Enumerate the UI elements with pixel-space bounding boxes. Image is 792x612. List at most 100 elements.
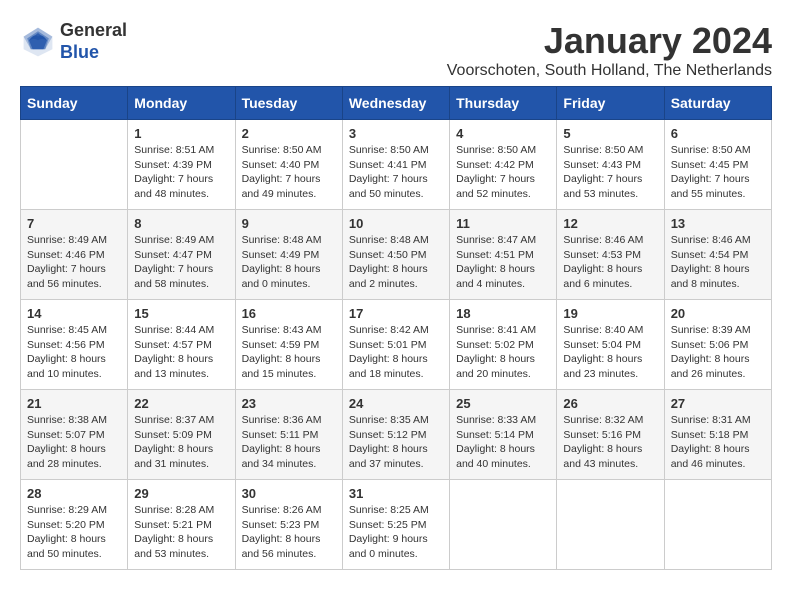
day-number: 22 bbox=[134, 396, 228, 411]
calendar-cell bbox=[450, 480, 557, 570]
day-info: Sunrise: 8:39 AM Sunset: 5:06 PM Dayligh… bbox=[671, 323, 765, 382]
day-info: Sunrise: 8:50 AM Sunset: 4:42 PM Dayligh… bbox=[456, 143, 550, 202]
day-number: 10 bbox=[349, 216, 443, 231]
calendar-cell: 27 Sunrise: 8:31 AM Sunset: 5:18 PM Dayli… bbox=[664, 390, 771, 480]
day-number: 2 bbox=[242, 126, 336, 141]
day-info: Sunrise: 8:50 AM Sunset: 4:40 PM Dayligh… bbox=[242, 143, 336, 202]
calendar-cell: 18 Sunrise: 8:41 AM Sunset: 5:02 PM Dayli… bbox=[450, 300, 557, 390]
day-number: 16 bbox=[242, 306, 336, 321]
day-number: 9 bbox=[242, 216, 336, 231]
calendar-cell: 3 Sunrise: 8:50 AM Sunset: 4:41 PM Daylig… bbox=[342, 120, 449, 210]
day-number: 23 bbox=[242, 396, 336, 411]
calendar-cell: 7Sunrise: 8:49 AM Sunset: 4:46 PM Daylig… bbox=[21, 210, 128, 300]
day-number: 13 bbox=[671, 216, 765, 231]
col-header-sunday: Sunday bbox=[21, 87, 128, 120]
day-info: Sunrise: 8:31 AM Sunset: 5:18 PM Dayligh… bbox=[671, 413, 765, 472]
day-number: 28 bbox=[27, 486, 121, 501]
calendar-cell: 2 Sunrise: 8:50 AM Sunset: 4:40 PM Daylig… bbox=[235, 120, 342, 210]
calendar-cell: 29Sunrise: 8:28 AM Sunset: 5:21 PM Dayli… bbox=[128, 480, 235, 570]
day-number: 3 bbox=[349, 126, 443, 141]
day-number: 26 bbox=[563, 396, 657, 411]
calendar-cell: 30 Sunrise: 8:26 AM Sunset: 5:23 PM Dayli… bbox=[235, 480, 342, 570]
day-info: Sunrise: 8:50 AM Sunset: 4:43 PM Dayligh… bbox=[563, 143, 657, 202]
calendar-cell: 6 Sunrise: 8:50 AM Sunset: 4:45 PM Daylig… bbox=[664, 120, 771, 210]
day-number: 11 bbox=[456, 216, 550, 231]
day-info: Sunrise: 8:25 AM Sunset: 5:25 PM Dayligh… bbox=[349, 503, 443, 562]
day-info: Sunrise: 8:45 AM Sunset: 4:56 PM Dayligh… bbox=[27, 323, 121, 382]
day-info: Sunrise: 8:40 AM Sunset: 5:04 PM Dayligh… bbox=[563, 323, 657, 382]
calendar-cell: 4 Sunrise: 8:50 AM Sunset: 4:42 PM Daylig… bbox=[450, 120, 557, 210]
calendar-cell: 21 Sunrise: 8:38 AM Sunset: 5:07 PM Dayli… bbox=[21, 390, 128, 480]
calendar-cell: 13 Sunrise: 8:46 AM Sunset: 4:54 PM Dayli… bbox=[664, 210, 771, 300]
day-number: 4 bbox=[456, 126, 550, 141]
calendar-cell: 23 Sunrise: 8:36 AM Sunset: 5:11 PM Dayli… bbox=[235, 390, 342, 480]
calendar-cell: 24 Sunrise: 8:35 AM Sunset: 5:12 PM Dayli… bbox=[342, 390, 449, 480]
day-info: Sunrise: 8:41 AM Sunset: 5:02 PM Dayligh… bbox=[456, 323, 550, 382]
day-number: 6 bbox=[671, 126, 765, 141]
calendar-cell: 26 Sunrise: 8:32 AM Sunset: 5:16 PM Dayli… bbox=[557, 390, 664, 480]
day-number: 17 bbox=[349, 306, 443, 321]
day-info: Sunrise: 8:51 AM Sunset: 4:39 PM Dayligh… bbox=[134, 143, 228, 202]
calendar-cell: 1 Sunrise: 8:51 AM Sunset: 4:39 PM Daylig… bbox=[128, 120, 235, 210]
day-info: Sunrise: 8:50 AM Sunset: 4:45 PM Dayligh… bbox=[671, 143, 765, 202]
day-info: Sunrise: 8:46 AM Sunset: 4:54 PM Dayligh… bbox=[671, 233, 765, 292]
day-info: Sunrise: 8:33 AM Sunset: 5:14 PM Dayligh… bbox=[456, 413, 550, 472]
calendar-cell: 9 Sunrise: 8:48 AM Sunset: 4:49 PM Daylig… bbox=[235, 210, 342, 300]
calendar-cell: 8Sunrise: 8:49 AM Sunset: 4:47 PM Daylig… bbox=[128, 210, 235, 300]
calendar-cell bbox=[664, 480, 771, 570]
calendar-cell: 10 Sunrise: 8:48 AM Sunset: 4:50 PM Dayli… bbox=[342, 210, 449, 300]
day-info: Sunrise: 8:42 AM Sunset: 5:01 PM Dayligh… bbox=[349, 323, 443, 382]
day-info: Sunrise: 8:50 AM Sunset: 4:41 PM Dayligh… bbox=[349, 143, 443, 202]
day-number: 19 bbox=[563, 306, 657, 321]
calendar-cell: 28 Sunrise: 8:29 AM Sunset: 5:20 PM Dayli… bbox=[21, 480, 128, 570]
calendar-cell: 17 Sunrise: 8:42 AM Sunset: 5:01 PM Dayli… bbox=[342, 300, 449, 390]
day-info: Sunrise: 8:28 AM Sunset: 5:21 PM Dayligh… bbox=[134, 503, 228, 562]
logo: General Blue bbox=[20, 20, 127, 63]
day-info: Sunrise: 8:38 AM Sunset: 5:07 PM Dayligh… bbox=[27, 413, 121, 472]
day-info: Sunrise: 8:43 AM Sunset: 4:59 PM Dayligh… bbox=[242, 323, 336, 382]
day-info: Sunrise: 8:47 AM Sunset: 4:51 PM Dayligh… bbox=[456, 233, 550, 292]
calendar-cell: 12Sunrise: 8:46 AM Sunset: 4:53 PM Dayli… bbox=[557, 210, 664, 300]
day-number: 18 bbox=[456, 306, 550, 321]
day-number: 20 bbox=[671, 306, 765, 321]
calendar-week-4: 21 Sunrise: 8:38 AM Sunset: 5:07 PM Dayli… bbox=[21, 390, 772, 480]
day-number: 30 bbox=[242, 486, 336, 501]
title-area: January 2024 Voorschoten, South Holland,… bbox=[447, 20, 772, 80]
day-number: 27 bbox=[671, 396, 765, 411]
calendar-table: SundayMondayTuesdayWednesdayThursdayFrid… bbox=[20, 86, 772, 570]
calendar-cell: 16 Sunrise: 8:43 AM Sunset: 4:59 PM Dayli… bbox=[235, 300, 342, 390]
day-number: 24 bbox=[349, 396, 443, 411]
day-info: Sunrise: 8:48 AM Sunset: 4:49 PM Dayligh… bbox=[242, 233, 336, 292]
day-number: 31 bbox=[349, 486, 443, 501]
day-number: 7 bbox=[27, 216, 121, 231]
calendar-cell: 20 Sunrise: 8:39 AM Sunset: 5:06 PM Dayli… bbox=[664, 300, 771, 390]
logo-text: General Blue bbox=[60, 20, 127, 63]
calendar-week-5: 28 Sunrise: 8:29 AM Sunset: 5:20 PM Dayli… bbox=[21, 480, 772, 570]
day-number: 5 bbox=[563, 126, 657, 141]
day-info: Sunrise: 8:29 AM Sunset: 5:20 PM Dayligh… bbox=[27, 503, 121, 562]
day-number: 21 bbox=[27, 396, 121, 411]
calendar-week-1: 1 Sunrise: 8:51 AM Sunset: 4:39 PM Daylig… bbox=[21, 120, 772, 210]
col-header-thursday: Thursday bbox=[450, 87, 557, 120]
day-number: 8 bbox=[134, 216, 228, 231]
day-number: 14 bbox=[27, 306, 121, 321]
day-number: 12 bbox=[563, 216, 657, 231]
calendar-cell: 14 Sunrise: 8:45 AM Sunset: 4:56 PM Dayli… bbox=[21, 300, 128, 390]
location-title: Voorschoten, South Holland, The Netherla… bbox=[447, 62, 772, 80]
col-header-saturday: Saturday bbox=[664, 87, 771, 120]
calendar-cell: 15Sunrise: 8:44 AM Sunset: 4:57 PM Dayli… bbox=[128, 300, 235, 390]
day-info: Sunrise: 8:44 AM Sunset: 4:57 PM Dayligh… bbox=[134, 323, 228, 382]
col-header-wednesday: Wednesday bbox=[342, 87, 449, 120]
day-info: Sunrise: 8:48 AM Sunset: 4:50 PM Dayligh… bbox=[349, 233, 443, 292]
calendar-cell: 19 Sunrise: 8:40 AM Sunset: 5:04 PM Dayli… bbox=[557, 300, 664, 390]
calendar-cell: 22Sunrise: 8:37 AM Sunset: 5:09 PM Dayli… bbox=[128, 390, 235, 480]
calendar-week-3: 14 Sunrise: 8:45 AM Sunset: 4:56 PM Dayli… bbox=[21, 300, 772, 390]
calendar-cell: 31 Sunrise: 8:25 AM Sunset: 5:25 PM Dayli… bbox=[342, 480, 449, 570]
calendar-header-row: SundayMondayTuesdayWednesdayThursdayFrid… bbox=[21, 87, 772, 120]
day-info: Sunrise: 8:36 AM Sunset: 5:11 PM Dayligh… bbox=[242, 413, 336, 472]
day-info: Sunrise: 8:32 AM Sunset: 5:16 PM Dayligh… bbox=[563, 413, 657, 472]
day-info: Sunrise: 8:26 AM Sunset: 5:23 PM Dayligh… bbox=[242, 503, 336, 562]
day-info: Sunrise: 8:35 AM Sunset: 5:12 PM Dayligh… bbox=[349, 413, 443, 472]
calendar-cell: 5 Sunrise: 8:50 AM Sunset: 4:43 PM Daylig… bbox=[557, 120, 664, 210]
day-number: 1 bbox=[134, 126, 228, 141]
